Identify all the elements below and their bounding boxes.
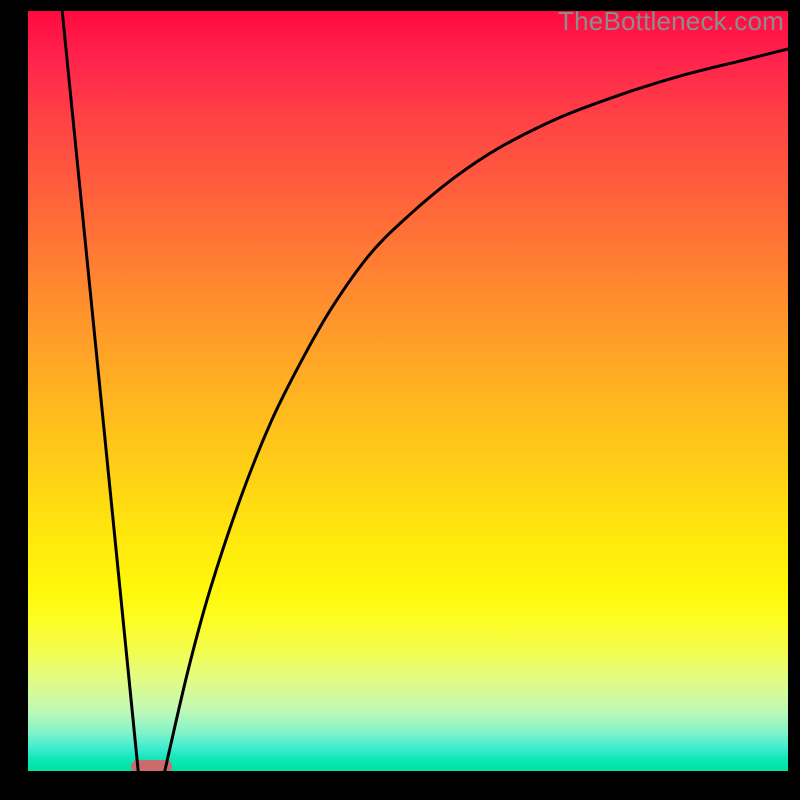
bottleneck-curve (28, 11, 788, 771)
plot-area (28, 11, 788, 771)
chart-frame: TheBottleneck.com (0, 0, 800, 800)
watermark-text: TheBottleneck.com (558, 6, 784, 37)
